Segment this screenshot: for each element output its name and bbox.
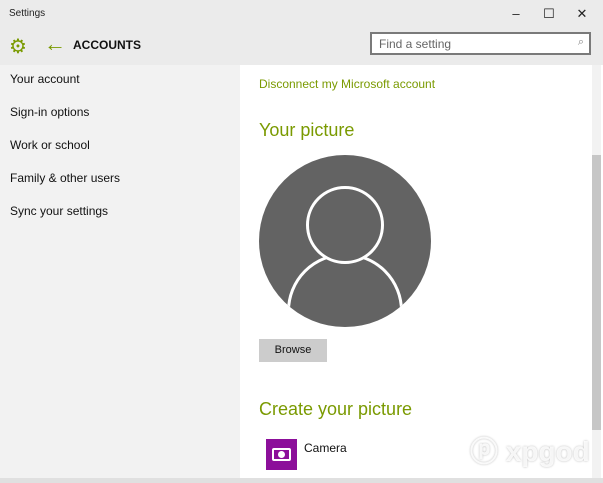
gear-icon: ⚙ [9, 36, 27, 58]
bottom-border [0, 478, 603, 483]
camera-icon[interactable] [266, 439, 297, 470]
header: ⚙ ← ACCOUNTS Find a setting ⌕ [0, 28, 603, 65]
search-placeholder: Find a setting [379, 37, 452, 51]
search-icon[interactable]: ⌕ [578, 36, 584, 49]
scrollbar-thumb[interactable] [592, 155, 601, 430]
close-button[interactable]: ✕ [567, 4, 597, 24]
watermark-logo: ⓟ xpgod [470, 436, 590, 467]
disconnect-link[interactable]: Disconnect my Microsoft account [259, 77, 435, 91]
sidebar-item-sync[interactable]: Sync your settings [10, 204, 108, 218]
minimize-button[interactable]: – [501, 4, 531, 24]
title-bar: Settings – ☐ ✕ [0, 0, 603, 28]
sidebar: Your account Sign-in options Work or sch… [0, 65, 240, 478]
sidebar-item-family[interactable]: Family & other users [10, 171, 120, 185]
main-content: Disconnect my Microsoft account Your pic… [240, 65, 603, 478]
search-input[interactable]: Find a setting ⌕ [370, 32, 591, 55]
back-arrow-icon[interactable]: ← [44, 31, 66, 57]
camera-label[interactable]: Camera [304, 441, 347, 455]
sidebar-item-your-account[interactable]: Your account [10, 72, 80, 86]
scrollbar[interactable] [592, 65, 601, 478]
browse-button[interactable]: Browse [259, 339, 327, 362]
sidebar-item-work-or-school[interactable]: Work or school [10, 138, 90, 152]
window-title: Settings [9, 8, 46, 19]
page-title: ACCOUNTS [73, 38, 141, 52]
create-picture-heading: Create your picture [259, 399, 413, 419]
your-picture-heading: Your picture [259, 120, 355, 140]
avatar [259, 155, 431, 327]
sidebar-item-sign-in-options[interactable]: Sign-in options [10, 105, 89, 119]
maximize-button[interactable]: ☐ [534, 4, 564, 24]
